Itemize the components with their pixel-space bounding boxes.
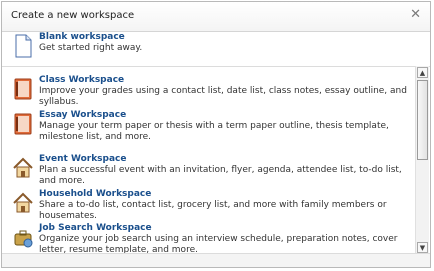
dialog-title: Create a new workspace [11, 10, 135, 21]
item-desc: Improve your grades using a contact list… [39, 86, 407, 107]
briefcase-icon [14, 230, 33, 248]
house-icon [13, 157, 33, 178]
scrollbar[interactable]: ▲ ▼ [415, 66, 429, 254]
create-workspace-dialog: Create a new workspace ✕ Blank workspace… [1, 1, 431, 268]
item-name[interactable]: Event Workspace [39, 154, 127, 164]
blank-workspace-name[interactable]: Blank workspace [39, 32, 125, 42]
item-desc: Manage your term paper or thesis with a … [39, 121, 389, 142]
book-icon [14, 78, 32, 100]
item-name[interactable]: Class Workspace [39, 75, 124, 85]
scroll-down-icon[interactable]: ▼ [417, 242, 428, 253]
house-icon [13, 192, 33, 213]
scroll-thumb[interactable] [417, 80, 428, 160]
item-desc: Plan a successful event with an invitati… [39, 165, 402, 186]
blank-workspace-option[interactable]: Blank workspace Get started right away. [2, 32, 430, 66]
blank-workspace-desc: Get started right away. [39, 43, 143, 53]
item-name[interactable]: Job Search Workspace [39, 223, 152, 233]
item-name[interactable]: Essay Workspace [39, 110, 126, 120]
item-desc: Share a to-do list, contact list, grocer… [39, 200, 387, 221]
document-icon [15, 34, 32, 58]
workspace-list: Class Workspace Improve your grades usin… [2, 66, 430, 255]
dialog-footer [2, 253, 430, 267]
close-icon[interactable]: ✕ [410, 7, 421, 23]
item-name[interactable]: Household Workspace [39, 189, 151, 199]
item-desc: Organize your job search using an interv… [39, 234, 398, 255]
book-icon [14, 113, 32, 135]
scroll-up-icon[interactable]: ▲ [417, 67, 428, 78]
title-bar: Create a new workspace ✕ [2, 2, 430, 32]
